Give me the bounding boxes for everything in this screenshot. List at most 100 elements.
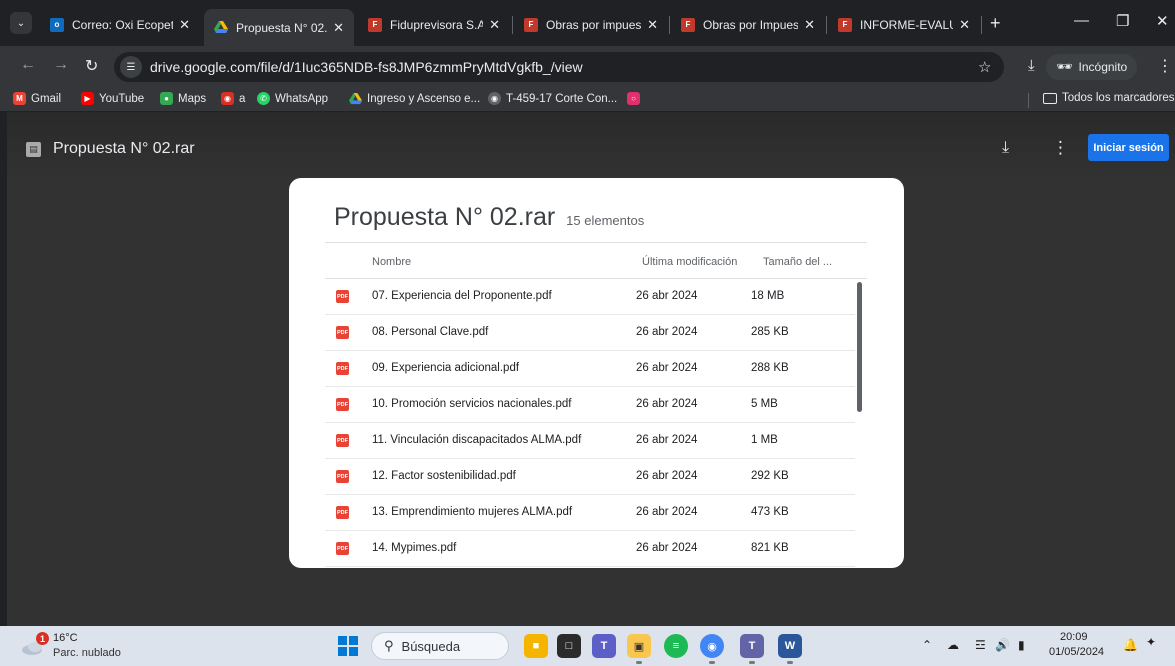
tab-drive[interactable]: Propuesta N° 02.ra ✕	[204, 9, 354, 46]
pdf-icon: PDF	[336, 290, 349, 303]
column-header-size[interactable]: Tamaño del ...	[763, 256, 832, 268]
close-icon[interactable]: ✕	[489, 17, 500, 33]
bookmark-maps[interactable]: ● Maps	[160, 92, 206, 105]
running-indicator	[636, 661, 642, 664]
more-options-icon[interactable]: ⋮	[1157, 56, 1173, 76]
list-scrollbar[interactable]	[857, 282, 862, 412]
teams-new-icon[interactable]: T	[740, 634, 764, 658]
taskview-icon[interactable]: □	[557, 634, 581, 658]
running-indicator	[787, 661, 793, 664]
bookmark-star-icon[interactable]: ☆	[978, 58, 991, 76]
weather-temperature: 16°C	[53, 632, 78, 644]
instagram-icon: ○	[627, 92, 640, 105]
bookmark-gmail[interactable]: M Gmail	[13, 92, 61, 105]
download-icon[interactable]: ⤓	[1002, 139, 1009, 157]
browser-toolbar: ← → ↻ ☰ drive.google.com/file/d/1Iuc365N…	[0, 46, 1175, 88]
tab-obras-1[interactable]: F Obras por impuest ✕	[514, 9, 668, 40]
notification-bell-icon[interactable]: 🔔	[1123, 638, 1138, 652]
url-text: drive.google.com/file/d/1Iuc365NDB-fs8JM…	[150, 59, 583, 75]
file-list: PDF 07. Experiencia del Proponente.pdf 2…	[325, 279, 855, 568]
windows-logo-pane	[349, 647, 358, 656]
teams-icon[interactable]: T	[592, 634, 616, 658]
chevron-up-icon[interactable]: ⌃	[922, 638, 932, 652]
onedrive-icon[interactable]: ☁	[947, 638, 959, 652]
bookmark-whatsapp[interactable]: ✆ WhatsApp	[257, 92, 328, 105]
start-button[interactable]	[338, 636, 358, 656]
battery-icon[interactable]: ▮	[1018, 638, 1025, 652]
maps-icon: ●	[160, 92, 173, 105]
tab-outlook[interactable]: o Correo: Oxi Ecopet ✕	[40, 9, 200, 40]
minimize-icon[interactable]: —	[1074, 12, 1089, 29]
viewer-file-title: Propuesta N° 02.rar	[53, 140, 195, 157]
tab-separator	[826, 16, 827, 34]
wifi-icon[interactable]: ☲	[975, 638, 986, 652]
fiduprevisora-icon: F	[681, 17, 695, 32]
signin-button[interactable]: Iniciar sesión	[1088, 134, 1169, 161]
tab-separator	[981, 16, 982, 34]
app-icon: ◉	[221, 92, 234, 105]
reload-icon[interactable]: ↻	[85, 56, 98, 76]
bookmarks-bar: M Gmail ▶ YouTube ● Maps ◉ a ✆ WhatsApp …	[0, 88, 1175, 112]
taskbar-search[interactable]: ⚲ Búsqueda	[371, 632, 509, 660]
chrome-icon[interactable]: ◉	[700, 634, 724, 658]
address-bar[interactable]: ☰ drive.google.com/file/d/1Iuc365NDB-fs8…	[114, 52, 1004, 82]
chevron-down-icon: ⌄	[16, 17, 26, 29]
bookmark-instagram[interactable]: ○	[627, 92, 645, 105]
folder-icon[interactable]: ▣	[627, 634, 651, 658]
spotify-icon[interactable]: ≡	[664, 634, 688, 658]
tab-informe[interactable]: F INFORME-EVALUA ✕	[828, 9, 980, 40]
bookmark-a[interactable]: ◉ a	[221, 92, 245, 105]
column-header-modified[interactable]: Última modificación	[642, 256, 737, 268]
volume-icon[interactable]: 🔊	[995, 638, 1010, 652]
drive-viewer: ▤ Propuesta N° 02.rar ⤓ ⋮ Iniciar sesión…	[7, 112, 1175, 626]
file-row[interactable]: PDF 07. Experiencia del Proponente.pdf 2…	[325, 279, 855, 315]
windows-logo-pane	[338, 636, 347, 645]
incognito-badge[interactable]: 🕶 Incógnito	[1046, 54, 1138, 80]
file-row[interactable]: PDF 10. Promoción servicios nacionales.p…	[325, 387, 855, 423]
close-icon[interactable]: ✕	[179, 17, 190, 33]
close-icon[interactable]: ✕	[647, 17, 658, 33]
item-count: 15 elementos	[566, 213, 645, 228]
download-icon[interactable]: ⤓	[1028, 57, 1035, 74]
new-tab-button[interactable]: +	[990, 13, 1001, 34]
gmail-icon: M	[13, 92, 26, 105]
forward-icon[interactable]: →	[53, 56, 69, 74]
bookmark-youtube[interactable]: ▶ YouTube	[81, 92, 144, 105]
pdf-icon: PDF	[336, 470, 349, 483]
all-bookmarks[interactable]: Todos los marcadores	[1043, 92, 1175, 104]
file-explorer-icon[interactable]: ■	[524, 634, 548, 658]
bookmark-ingreso[interactable]: Ingreso y Ascenso e...	[349, 92, 480, 105]
google-drive-icon	[214, 21, 228, 35]
word-icon[interactable]: W	[778, 634, 802, 658]
tab-fiduprevisora[interactable]: F Fiduprevisora S.A. ✕	[358, 9, 510, 40]
file-row[interactable]: PDF 12. Factor sostenibilidad.pdf 26 abr…	[325, 459, 855, 495]
running-indicator	[749, 661, 755, 664]
bookmark-corte[interactable]: ◉ T-459-17 Corte Con...	[488, 92, 617, 105]
restore-icon[interactable]: ❐	[1116, 12, 1129, 30]
more-vert-icon[interactable]: ⋮	[1052, 138, 1069, 158]
running-indicator	[709, 661, 715, 664]
file-row[interactable]: PDF 11. Vinculación discapacitados ALMA.…	[325, 423, 855, 459]
clock-time[interactable]: 20:09	[1060, 631, 1088, 643]
file-row[interactable]: PDF 13. Emprendimiento mujeres ALMA.pdf …	[325, 495, 855, 531]
close-icon[interactable]: ✕	[959, 17, 970, 33]
copilot-icon[interactable]: ✦	[1146, 635, 1156, 649]
whatsapp-icon: ✆	[257, 92, 270, 105]
close-icon[interactable]: ✕	[333, 20, 344, 36]
clock-date[interactable]: 01/05/2024	[1049, 646, 1104, 658]
close-icon[interactable]: ✕	[804, 17, 815, 33]
tab-search-button[interactable]: ⌄	[10, 12, 32, 34]
archive-title: Propuesta N° 02.rar 15 elementos	[334, 203, 645, 231]
site-info-icon[interactable]: ☰	[120, 56, 142, 78]
folder-icon	[1043, 92, 1057, 104]
file-row[interactable]: PDF 08. Personal Clave.pdf 26 abr 2024 2…	[325, 315, 855, 351]
windows-taskbar: 1 16°C Parc. nublado ⚲ Búsqueda ■ □ T ▣ …	[0, 626, 1175, 666]
tab-obras-2[interactable]: F Obras por Impuest ✕	[671, 9, 825, 40]
file-row[interactable]: PDF 14. Mypimes.pdf 26 abr 2024 821 KB	[325, 531, 855, 567]
close-window-icon[interactable]: ✕	[1156, 12, 1169, 30]
column-header-name[interactable]: Nombre	[372, 256, 411, 268]
back-icon[interactable]: ←	[20, 56, 36, 74]
fiduprevisora-icon: F	[368, 17, 382, 32]
google-drive-icon	[349, 92, 362, 105]
file-row[interactable]: PDF 09. Experiencia adicional.pdf 26 abr…	[325, 351, 855, 387]
